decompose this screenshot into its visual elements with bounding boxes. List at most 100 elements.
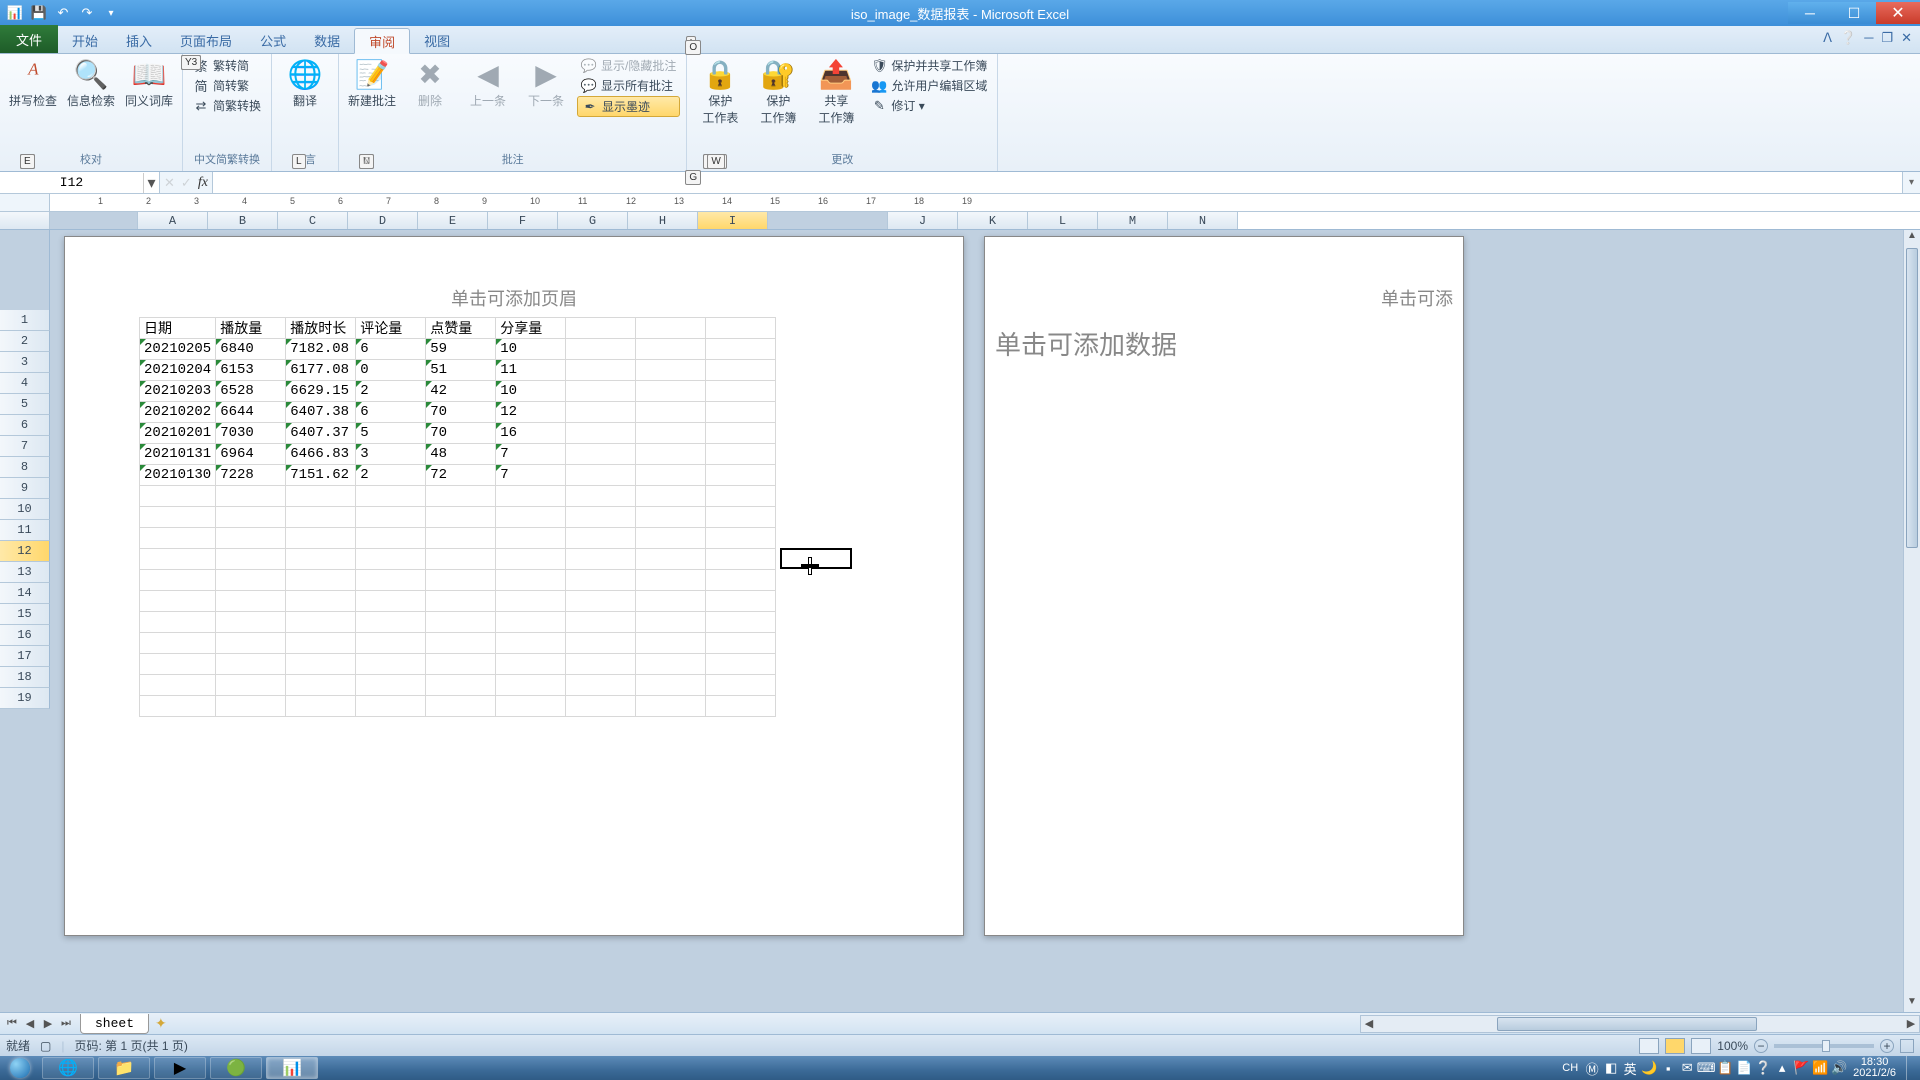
cell[interactable] — [636, 591, 706, 612]
horizontal-scrollbar[interactable]: ◀ ▶ — [1360, 1015, 1920, 1033]
cell[interactable] — [286, 570, 356, 591]
table-header[interactable]: 评论量 — [356, 318, 426, 339]
row-header-7[interactable]: 7 — [0, 436, 50, 457]
qat-customize-icon[interactable]: ▾ — [100, 3, 122, 23]
cell[interactable] — [496, 675, 566, 696]
cell[interactable] — [286, 612, 356, 633]
table-cell[interactable]: 6 — [356, 402, 426, 423]
cell[interactable] — [636, 570, 706, 591]
column-header-N[interactable]: N — [1168, 212, 1238, 229]
chinese-convert-button[interactable]: ⇄简繁转换 Y3 — [189, 96, 265, 115]
table-cell[interactable]: 20210201 — [140, 423, 216, 444]
cell[interactable] — [140, 528, 216, 549]
cell[interactable] — [636, 402, 706, 423]
table-cell[interactable]: 10 — [496, 339, 566, 360]
table-cell[interactable]: 10 — [496, 381, 566, 402]
track-changes-button[interactable]: ✎修订 ▾ G — [867, 96, 991, 115]
tray-icon[interactable]: 📋 — [1717, 1060, 1733, 1076]
tray-icon[interactable]: Ⓜ — [1584, 1060, 1600, 1076]
table-cell[interactable]: 6528 — [216, 381, 286, 402]
cell[interactable] — [496, 528, 566, 549]
new-comment-button[interactable]: 📝 新建批注 C — [345, 56, 399, 111]
row-header-9[interactable]: 9 — [0, 478, 50, 499]
cell[interactable] — [636, 486, 706, 507]
cell[interactable] — [426, 591, 496, 612]
cell[interactable] — [426, 486, 496, 507]
cell[interactable] — [566, 486, 636, 507]
cell[interactable] — [566, 381, 636, 402]
cell[interactable] — [496, 507, 566, 528]
row-header-16[interactable]: 16 — [0, 625, 50, 646]
table-cell[interactable]: 6407.38 — [286, 402, 356, 423]
zoom-slider-knob[interactable] — [1822, 1040, 1830, 1052]
cell[interactable] — [426, 570, 496, 591]
column-header-B[interactable]: B — [208, 212, 278, 229]
ime-indicator[interactable]: CH — [1562, 1062, 1578, 1074]
tab-insert[interactable]: 插入 — [112, 27, 166, 53]
page-header-hint[interactable]: 单击可添加页眉 — [65, 285, 963, 311]
cell[interactable] — [426, 549, 496, 570]
table-cell[interactable]: 16 — [496, 423, 566, 444]
table-cell[interactable]: 6153 — [216, 360, 286, 381]
cell[interactable] — [566, 507, 636, 528]
cell[interactable] — [706, 570, 776, 591]
cell[interactable] — [706, 381, 776, 402]
table-cell[interactable]: 11 — [496, 360, 566, 381]
view-pagelayout-button[interactable] — [1665, 1038, 1685, 1054]
start-button[interactable] — [0, 1056, 40, 1080]
cell[interactable] — [426, 507, 496, 528]
protect-share-button[interactable]: 🛡保护并共享工作簿 O — [867, 56, 991, 75]
sheet-next-icon[interactable]: ▶ — [40, 1017, 56, 1030]
cell[interactable] — [636, 360, 706, 381]
sheet-tab-sheet[interactable]: sheet — [80, 1014, 149, 1034]
cell[interactable] — [566, 654, 636, 675]
cell[interactable] — [426, 633, 496, 654]
tray-icon[interactable]: ❔ — [1755, 1060, 1771, 1076]
excel-icon[interactable]: 📊 — [4, 3, 26, 23]
tray-icon[interactable]: 🌙 — [1641, 1060, 1657, 1076]
table-cell[interactable]: 7030 — [216, 423, 286, 444]
table-cell[interactable]: 12 — [496, 402, 566, 423]
task-browser[interactable]: 🟢 — [210, 1057, 262, 1079]
cell[interactable] — [356, 486, 426, 507]
page-1[interactable]: 单击可添加页眉 日期播放量播放时长评论量点赞量分享量20210205684071… — [64, 236, 964, 936]
table-cell[interactable]: 3 — [356, 444, 426, 465]
table-cell[interactable]: 20210130 — [140, 465, 216, 486]
cell[interactable] — [706, 654, 776, 675]
column-header-C[interactable]: C — [278, 212, 348, 229]
name-box[interactable]: I12 ▾ — [0, 172, 160, 193]
table-cell[interactable]: 7151.62 — [286, 465, 356, 486]
research-button[interactable]: 🔍 信息检索 R — [64, 56, 118, 111]
show-all-comments-button[interactable]: 💬显示所有批注 — [577, 76, 680, 95]
formula-bar-expand-icon[interactable]: ▾ — [1902, 172, 1920, 193]
cell[interactable] — [216, 591, 286, 612]
row-header-11[interactable]: 11 — [0, 520, 50, 541]
cell[interactable] — [140, 675, 216, 696]
zoom-in-icon[interactable]: + — [1880, 1039, 1894, 1053]
redo-icon[interactable]: ↷ — [76, 3, 98, 23]
table-cell[interactable]: 20210203 — [140, 381, 216, 402]
fullscreen-icon[interactable] — [1900, 1039, 1914, 1053]
cell[interactable] — [636, 675, 706, 696]
row-header-1[interactable]: 1 — [0, 310, 50, 331]
table-cell[interactable]: 70 — [426, 423, 496, 444]
help-icon[interactable]: ❔ — [1840, 30, 1856, 46]
tray-flag-icon[interactable]: 🚩 — [1793, 1060, 1809, 1076]
select-all-button[interactable] — [0, 212, 50, 229]
tray-volume-icon[interactable]: 🔊 — [1831, 1060, 1847, 1076]
row-header-18[interactable]: 18 — [0, 667, 50, 688]
tray-expand-icon[interactable]: ▴ — [1774, 1060, 1790, 1076]
cell[interactable] — [140, 591, 216, 612]
cell[interactable] — [140, 570, 216, 591]
show-ink-button[interactable]: ✒显示墨迹 I — [577, 96, 680, 117]
cell[interactable] — [566, 423, 636, 444]
cell[interactable] — [216, 612, 286, 633]
cell[interactable] — [566, 570, 636, 591]
cell[interactable] — [216, 549, 286, 570]
tray-icon[interactable]: 📄 — [1736, 1060, 1752, 1076]
cell[interactable] — [706, 402, 776, 423]
sheet-first-icon[interactable]: ⏮ — [4, 1017, 20, 1030]
cell[interactable] — [286, 486, 356, 507]
task-media[interactable]: ▶ — [154, 1057, 206, 1079]
row-header-14[interactable]: 14 — [0, 583, 50, 604]
